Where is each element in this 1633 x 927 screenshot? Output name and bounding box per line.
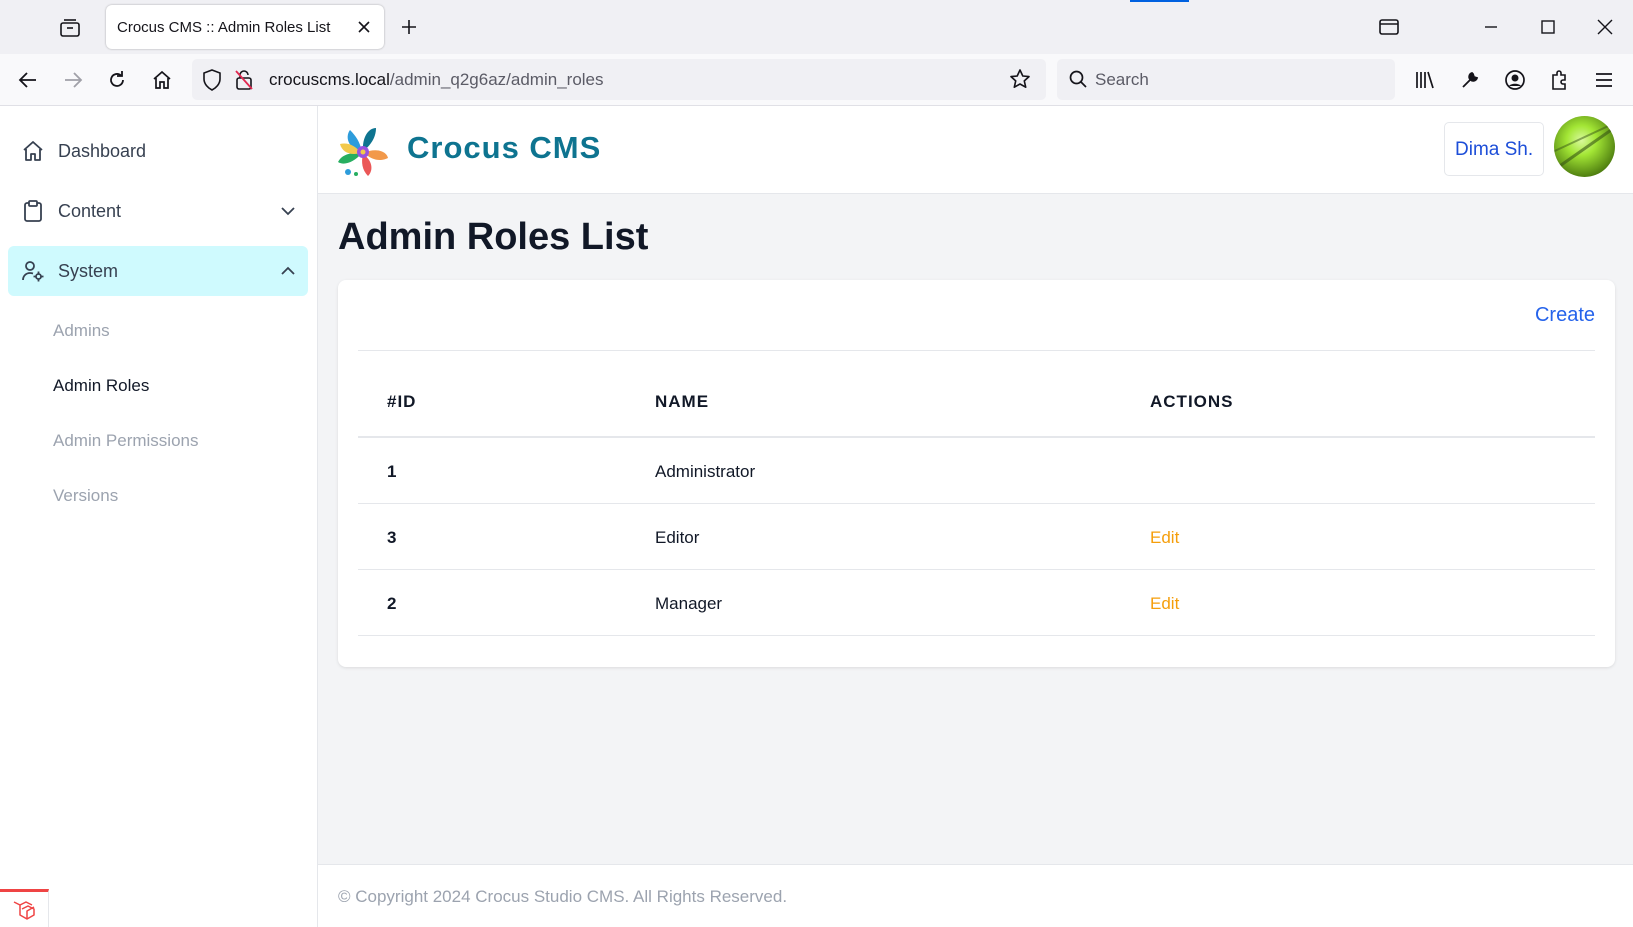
home-icon	[23, 141, 43, 161]
tab-title: Crocus CMS :: Admin Roles List	[117, 19, 331, 36]
edit-link[interactable]: Edit	[1150, 594, 1179, 614]
sidebar-subitem-admin-roles[interactable]: Admin Roles	[53, 376, 149, 396]
bookmark-star-icon[interactable]	[1009, 68, 1031, 95]
reload-icon[interactable]	[104, 67, 130, 93]
role-name: Editor	[655, 528, 700, 547]
crocus-logo-icon[interactable]	[336, 124, 390, 178]
clipboard-icon	[24, 200, 42, 222]
extensions-icon[interactable]	[1547, 67, 1573, 93]
sidebar-item-label: Dashboard	[58, 141, 147, 161]
chevron-down-icon	[281, 207, 295, 216]
forward-arrow-icon[interactable]	[60, 67, 86, 93]
sidebar-item-content[interactable]: Content	[8, 186, 308, 236]
search-input[interactable]: Search	[1095, 70, 1149, 90]
sidebar-item-system[interactable]: System	[8, 246, 308, 296]
sidebar-subitem-versions[interactable]: Versions	[53, 486, 118, 506]
url-host: crocuscms.local	[269, 70, 390, 89]
column-header-actions: ACTIONS	[1150, 392, 1234, 411]
search-icon	[1069, 70, 1087, 93]
edit-link[interactable]: Edit	[1150, 528, 1179, 548]
main-area: Crocus CMS Dima Sh. Admin Roles List Cre…	[318, 106, 1633, 927]
sidebar-item-dashboard[interactable]: Dashboard	[8, 126, 308, 176]
account-icon[interactable]	[1502, 67, 1528, 93]
user-name: Dima Sh.	[1455, 139, 1534, 160]
page-title: Admin Roles List	[338, 216, 649, 258]
roles-card: Create #ID NAME ACTIONS 1 Administrator …	[338, 280, 1615, 667]
close-icon[interactable]	[354, 17, 374, 37]
role-name: Manager	[655, 594, 723, 613]
shield-icon[interactable]	[202, 69, 222, 96]
chevron-up-icon	[281, 266, 295, 275]
library-icon[interactable]	[1412, 67, 1438, 93]
table-row: 3 Editor Edit	[358, 504, 1595, 570]
sidebar-item-label: System	[58, 261, 119, 281]
user-menu-button[interactable]: Dima Sh.	[1444, 122, 1544, 176]
sidebar-item-label: Content	[58, 201, 122, 221]
app-header: Crocus CMS Dima Sh.	[318, 106, 1633, 194]
minimize-icon[interactable]	[1478, 14, 1504, 40]
accent-line	[1130, 0, 1189, 2]
tab-list-icon[interactable]	[58, 17, 82, 39]
column-header-id: #ID	[387, 392, 417, 411]
user-gear-icon	[22, 261, 44, 282]
copyright-text: © Copyright 2024 Crocus Studio CMS. All …	[338, 887, 788, 906]
role-id: 3	[387, 528, 397, 547]
browser-nav-bar: crocuscms.local/admin_q2g6az/admin_roles…	[0, 54, 1633, 106]
browser-tab[interactable]: Crocus CMS :: Admin Roles List	[106, 5, 384, 49]
table-row: 1 Administrator	[358, 438, 1595, 504]
url-bar[interactable]: crocuscms.local/admin_q2g6az/admin_roles	[192, 59, 1046, 100]
sidebar-subitem-admin-permissions[interactable]: Admin Permissions	[53, 431, 199, 451]
back-arrow-icon[interactable]	[15, 67, 41, 93]
url-path: /admin_q2g6az/admin_roles	[389, 70, 604, 89]
table-header: #ID NAME ACTIONS	[358, 378, 1595, 438]
new-tab-plus-icon[interactable]	[398, 16, 420, 38]
close-window-icon[interactable]	[1592, 14, 1618, 40]
browser-search-bar[interactable]: Search	[1057, 59, 1395, 100]
create-button[interactable]: Create	[1535, 304, 1595, 327]
avatar[interactable]	[1554, 116, 1615, 177]
sidebar-subitem-admins[interactable]: Admins	[53, 321, 110, 341]
insecure-lock-icon[interactable]	[234, 69, 254, 96]
divider	[358, 350, 1595, 351]
wrench-icon[interactable]	[1457, 67, 1483, 93]
url-text: crocuscms.local/admin_q2g6az/admin_roles	[269, 70, 604, 90]
brand-name[interactable]: Crocus CMS	[407, 130, 601, 166]
restore-window-icon[interactable]	[1376, 14, 1402, 40]
role-id: 2	[387, 594, 397, 613]
role-id: 1	[387, 462, 397, 481]
column-header-name: NAME	[655, 392, 710, 411]
debugbar-laravel-icon[interactable]	[0, 889, 49, 927]
menu-icon[interactable]	[1591, 67, 1617, 93]
footer: © Copyright 2024 Crocus Studio CMS. All …	[318, 864, 1633, 927]
browser-tab-bar: Crocus CMS :: Admin Roles List	[0, 0, 1633, 54]
sidebar: Dashboard Content System Admins Admin Ro…	[0, 106, 318, 927]
table-row: 2 Manager Edit	[358, 570, 1595, 636]
role-name: Administrator	[655, 462, 756, 481]
home-icon[interactable]	[149, 67, 175, 93]
maximize-icon[interactable]	[1535, 14, 1561, 40]
